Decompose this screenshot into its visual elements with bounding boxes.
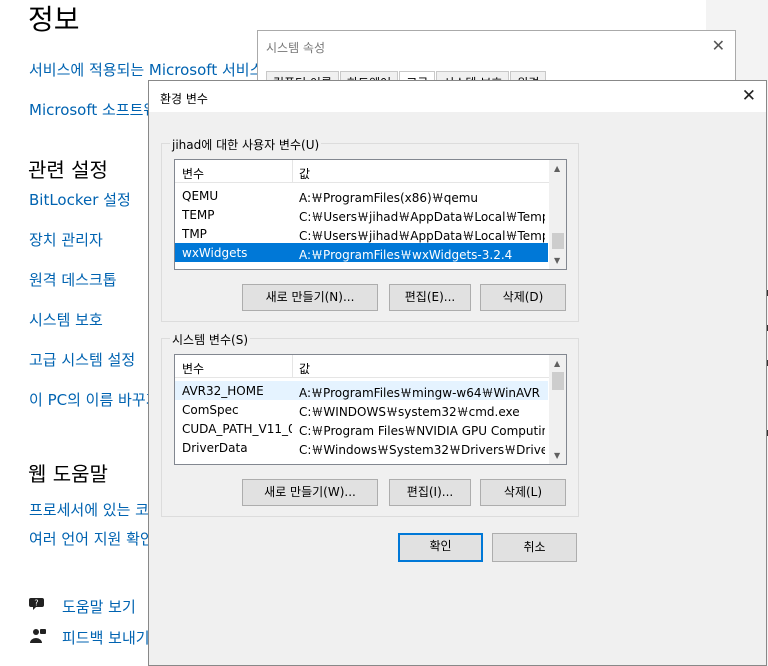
row-value: C:￦WINDOWS￦system32￦cmd.exe xyxy=(299,405,520,419)
table-row[interactable]: AVR32_HOME A:￦ProgramFiles￦mingw-w64￦Win… xyxy=(175,381,548,400)
user-variables-group: jihad에 대한 사용자 변수(U) 변수 값 QEMU A:￦Program… xyxy=(161,136,579,322)
vertical-scrollbar[interactable]: ▲ ▼ xyxy=(549,355,566,464)
row-name: AVR32_HOME xyxy=(182,384,264,398)
scrollbar-thumb[interactable] xyxy=(552,233,564,249)
row-value: C:￦Users￦jihad￦AppData￦Local￦Temp xyxy=(299,229,545,243)
row-name: TEMP xyxy=(182,208,215,222)
list-header: 변수 값 xyxy=(175,355,566,378)
scroll-up-icon[interactable]: ▲ xyxy=(554,359,560,368)
link-system-protection[interactable]: 시스템 보호 xyxy=(29,309,103,330)
column-header-value[interactable]: 값 xyxy=(299,360,310,377)
row-value: A:￦ProgramFiles￦mingw-w64￦WinAVR xyxy=(299,386,541,400)
system-new-button[interactable]: 새로 만들기(W)... xyxy=(242,479,378,506)
system-properties-title: 시스템 속성 xyxy=(266,41,326,55)
close-icon[interactable]: ✕ xyxy=(712,36,725,55)
table-row[interactable]: DriverData C:￦Windows￦System32￦Drivers￦D… xyxy=(175,438,548,457)
vertical-scrollbar[interactable]: ▲ ▼ xyxy=(549,160,566,269)
row-name: CUDA_PATH_V11_0 xyxy=(182,422,292,436)
row-value: C:￦Users￦jihad￦AppData￦Local￦Temp xyxy=(299,210,545,224)
system-variables-list[interactable]: 변수 값 AVR32_HOME A:￦ProgramFiles￦mingw-w6… xyxy=(174,354,567,465)
link-bitlocker[interactable]: BitLocker 설정 xyxy=(29,189,131,210)
environment-variables-dialog: 환경 변수 ✕ jihad에 대한 사용자 변수(U) 변수 값 QEMU A:… xyxy=(148,80,767,666)
user-edit-button[interactable]: 편집(E)... xyxy=(389,284,471,311)
row-value: C:￦Windows￦System32￦Drivers￦DriverData xyxy=(299,443,545,457)
row-value: C:￦Program Files￦NVIDIA GPU Computing... xyxy=(299,424,545,438)
system-delete-button[interactable]: 삭제(L) xyxy=(480,479,566,506)
svg-text:?: ? xyxy=(34,599,38,608)
column-header-value[interactable]: 값 xyxy=(299,165,310,182)
help-chat-icon: ? xyxy=(29,598,44,610)
row-value: A:￦ProgramFiles(x86)￦qemu xyxy=(299,191,479,205)
column-separator[interactable] xyxy=(292,160,293,183)
feedback-person-icon xyxy=(30,629,46,643)
dialog-titlebar: 환경 변수 ✕ xyxy=(149,81,766,112)
user-new-button[interactable]: 새로 만들기(N)... xyxy=(242,284,378,311)
dialog-title: 환경 변수 xyxy=(160,92,208,106)
user-delete-button[interactable]: 삭제(D) xyxy=(480,284,566,311)
table-row[interactable]: CUDA_PATH_V11_0 C:￦Program Files￦NVIDIA … xyxy=(175,419,548,438)
link-feedback[interactable]: 피드백 보내기 xyxy=(62,627,150,648)
table-row[interactable]: QEMU A:￦ProgramFiles(x86)￦qemu xyxy=(175,186,548,205)
link-language-support[interactable]: 여러 언어 지원 확인 xyxy=(29,528,154,549)
close-icon[interactable]: ✕ xyxy=(742,86,756,106)
web-help-heading: 웹 도움말 xyxy=(28,462,108,486)
related-settings-heading: 관련 설정 xyxy=(28,158,108,182)
scroll-down-icon[interactable]: ▼ xyxy=(554,451,560,460)
link-processor-cores[interactable]: 프로세서에 있는 코어 xyxy=(29,499,163,520)
row-name: TMP xyxy=(182,227,207,241)
system-variables-group: 시스템 변수(S) 변수 값 AVR32_HOME A:￦ProgramFile… xyxy=(161,331,579,517)
ok-button[interactable]: 확인 xyxy=(398,533,483,562)
list-header: 변수 값 xyxy=(175,160,566,183)
table-row[interactable]: TEMP C:￦Users￦jihad￦AppData￦Local￦Temp xyxy=(175,205,548,224)
column-separator[interactable] xyxy=(292,355,293,378)
row-name: DriverData xyxy=(182,441,248,455)
cancel-button[interactable]: 취소 xyxy=(492,533,577,562)
row-name: ComSpec xyxy=(182,403,239,417)
link-advanced-system-settings[interactable]: 고급 시스템 설정 xyxy=(29,349,135,370)
scroll-up-icon[interactable]: ▲ xyxy=(554,164,560,173)
table-row-selected[interactable]: wxWidgets A:￦ProgramFiles￦wxWidgets-3.2.… xyxy=(175,243,548,262)
scroll-down-icon[interactable]: ▼ xyxy=(554,256,560,265)
row-name: wxWidgets xyxy=(182,246,248,260)
link-help-view[interactable]: 도움말 보기 xyxy=(62,596,136,617)
scrollbar-thumb[interactable] xyxy=(552,372,564,390)
user-variables-label: jihad에 대한 사용자 변수(U) xyxy=(170,136,322,153)
column-header-variable[interactable]: 변수 xyxy=(182,165,204,182)
system-edit-button[interactable]: 편집(I)... xyxy=(389,479,471,506)
table-row[interactable]: TMP C:￦Users￦jihad￦AppData￦Local￦Temp xyxy=(175,224,548,243)
link-rename-pc[interactable]: 이 PC의 이름 바꾸기 xyxy=(29,389,159,410)
row-value: A:￦ProgramFiles￦wxWidgets-3.2.4 xyxy=(299,248,513,262)
link-device-manager[interactable]: 장치 관리자 xyxy=(29,229,103,250)
table-row[interactable]: ComSpec C:￦WINDOWS￦system32￦cmd.exe xyxy=(175,400,548,419)
link-microsoft-services[interactable]: 서비스에 적용되는 Microsoft 서비스 xyxy=(29,59,263,80)
system-variables-label: 시스템 변수(S) xyxy=(170,331,250,348)
row-name: QEMU xyxy=(182,189,219,203)
page-title: 정보 xyxy=(28,3,80,36)
user-variables-list[interactable]: 변수 값 QEMU A:￦ProgramFiles(x86)￦qemu TEMP… xyxy=(174,159,567,270)
link-remote-desktop[interactable]: 원격 데스크톱 xyxy=(29,269,117,290)
column-header-variable[interactable]: 변수 xyxy=(182,360,204,377)
